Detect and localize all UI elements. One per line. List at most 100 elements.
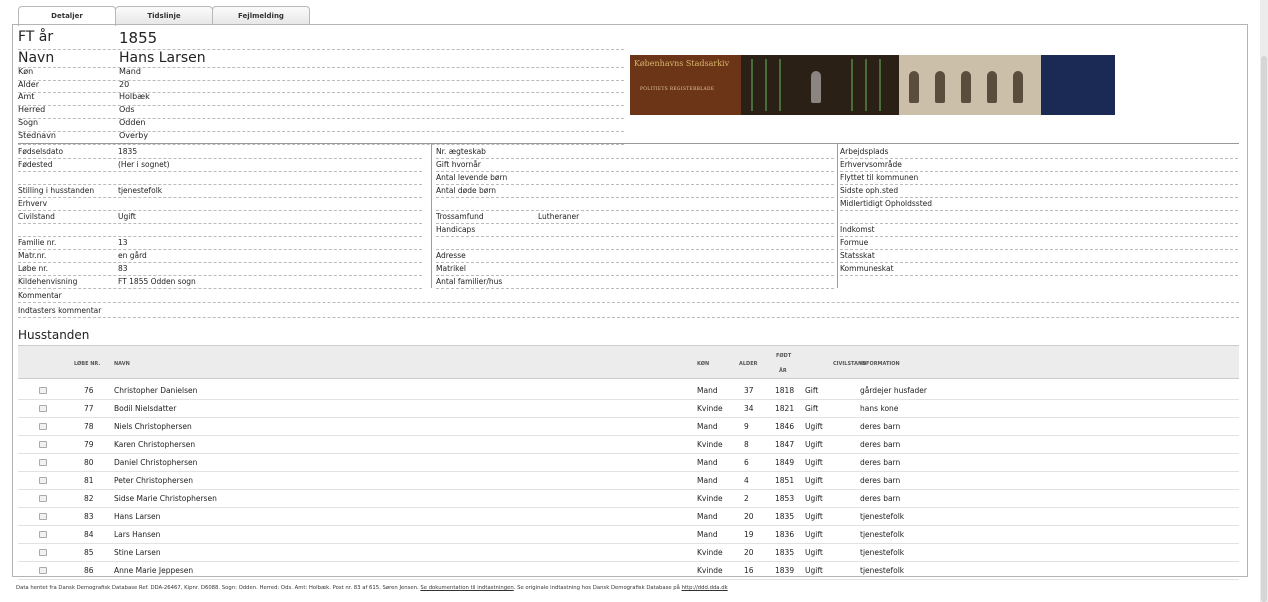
cell-civilstand: Ugift <box>805 476 823 485</box>
cell-information: deres barn <box>860 440 901 449</box>
field-row: Sidste oph.sted <box>840 185 1238 198</box>
field-row: Herred Ods <box>18 105 624 119</box>
table-row[interactable]: 77 Bodil Nielsdatter Kvinde 34 1821 Gift hans … <box>18 400 1239 418</box>
field-label: Antal levende børn <box>436 173 508 182</box>
th-kon: KØN <box>697 361 710 367</box>
field-row: Matr.nr. en gård <box>18 250 422 263</box>
cell-navn: Niels Christophersen <box>114 422 192 431</box>
field-label: Erhverv <box>18 199 48 208</box>
table-row[interactable]: 82 Sidse Marie Christophersen Kvinde 2 1853 U… <box>18 490 1239 508</box>
field-row: Nr. ægteskab <box>436 146 834 159</box>
tab-fejlmelding[interactable]: Fejlmelding <box>212 6 310 25</box>
tab-tidslinje[interactable]: Tidslinje <box>115 6 213 25</box>
cell-information: tjenestefolk <box>860 530 905 539</box>
cell-alder: 2 <box>744 494 749 503</box>
cell-alder: 4 <box>744 476 749 485</box>
cell-navn: Hans Larsen <box>114 512 161 521</box>
cell-alder: 16 <box>744 566 754 575</box>
field-value: Hans Larsen <box>119 50 206 66</box>
magnifier-icon[interactable] <box>39 531 47 538</box>
table-row[interactable]: 86 Anne Marie Jeppesen Kvinde 16 1839 Ugift tj… <box>18 562 1239 580</box>
field-label: Familie nr. <box>18 238 57 247</box>
banner-logo: Københavns Stadsarkiv POLITIETS REGISTER… <box>630 55 741 115</box>
table-row[interactable]: 84 Lars Hansen Mand 19 1836 Ugift tjenestefolk <box>18 526 1239 544</box>
field-value: Overby <box>119 131 149 140</box>
banner-photo-bookshelf <box>741 55 899 115</box>
cell-navn: Christopher Danielsen <box>114 386 198 395</box>
table-row[interactable]: 80 Daniel Christophersen Mand 6 1849 Ugift der… <box>18 454 1239 472</box>
field-row: Gift hvornår <box>436 159 834 172</box>
th-ar: ÅR <box>779 368 787 374</box>
field-label: Amt <box>18 92 35 101</box>
cell-alder: 8 <box>744 440 749 449</box>
column-divider <box>431 144 432 288</box>
cell-lobe-nr: 77 <box>84 404 94 413</box>
field-row: Matrikel <box>436 263 834 276</box>
field-row: FT år 1855 <box>18 29 624 50</box>
table-row[interactable]: 79 Karen Christophersen Kvinde 8 1847 Ugift de… <box>18 436 1239 454</box>
magnifier-icon[interactable] <box>39 549 47 556</box>
field-label: Midlertidigt Opholdssted <box>840 199 933 208</box>
cell-kon: Mand <box>697 458 718 467</box>
magnifier-icon[interactable] <box>39 567 47 574</box>
field-row: Erhvervsområde <box>840 159 1238 172</box>
field-row <box>840 211 1238 224</box>
table-row[interactable]: 78 Niels Christophersen Mand 9 1846 Ugift dere… <box>18 418 1239 436</box>
field-row: Midlertidigt Opholdssted <box>840 198 1238 211</box>
magnifier-icon[interactable] <box>39 459 47 466</box>
field-row: Antal levende børn <box>436 172 834 185</box>
scrollbar-thumb[interactable] <box>1261 56 1267 602</box>
field-row: Familie nr. 13 <box>18 237 422 250</box>
cell-navn: Stine Larsen <box>114 548 161 557</box>
footer-text-2: . Se originale indtastning hos Dansk Dem… <box>513 585 682 591</box>
magnifier-icon[interactable] <box>39 423 47 430</box>
table-row[interactable]: 83 Hans Larsen Mand 20 1835 Ugift tjenestefolk <box>18 508 1239 526</box>
field-value: Ods <box>119 105 135 114</box>
tab-detaljer[interactable]: Detaljer <box>18 6 116 26</box>
cell-information: deres barn <box>860 494 901 503</box>
field-label: Fødested <box>18 160 53 169</box>
column-divider <box>837 144 838 288</box>
cell-civilstand: Ugift <box>805 422 823 431</box>
field-row: Navn Hans Larsen <box>18 50 624 68</box>
field-row: Køn Mand <box>18 67 624 81</box>
field-label: Matr.nr. <box>18 251 47 260</box>
magnifier-icon[interactable] <box>39 477 47 484</box>
field-label: Kildehenvisning <box>18 277 78 286</box>
scrollbar[interactable] <box>1260 0 1268 602</box>
banner-subtitle: POLITIETS REGISTERBLADE <box>640 87 715 92</box>
table-row[interactable]: 85 Stine Larsen Kvinde 20 1835 Ugift tjenestef… <box>18 544 1239 562</box>
field-row: Løbe nr. 83 <box>18 263 422 276</box>
magnifier-icon[interactable] <box>39 405 47 412</box>
magnifier-icon[interactable] <box>39 441 47 448</box>
cell-fodt: 1836 <box>775 530 795 539</box>
household-title: Husstanden <box>18 328 90 342</box>
cell-kon: Mand <box>697 422 718 431</box>
table-row[interactable]: 81 Peter Christophersen Mand 4 1851 Ugift dere… <box>18 472 1239 490</box>
cell-alder: 19 <box>744 530 754 539</box>
field-value: Holbæk <box>119 92 150 101</box>
field-label: Indkomst <box>840 225 875 234</box>
field-value: 13 <box>118 238 128 247</box>
cell-kon: Mand <box>697 530 718 539</box>
cell-information: tjenestefolk <box>860 566 905 575</box>
cell-navn: Bodil Nielsdatter <box>114 404 177 413</box>
field-value: (Her i sognet) <box>118 160 170 169</box>
field-label: Trossamfund <box>436 212 484 221</box>
field-label: Navn <box>18 50 55 66</box>
field-label: Formue <box>840 238 869 247</box>
field-value: en gård <box>118 251 147 260</box>
table-row[interactable]: 76 Christopher Danielsen Mand 37 1818 Gift går… <box>18 382 1239 400</box>
magnifier-icon[interactable] <box>39 495 47 502</box>
magnifier-icon[interactable] <box>39 513 47 520</box>
field-label: FT år <box>18 29 54 45</box>
cell-information: deres barn <box>860 422 901 431</box>
th-information: INFORMATION <box>860 361 900 367</box>
documentation-link[interactable]: Se dokumentation til indtastningen <box>420 585 513 591</box>
magnifier-icon[interactable] <box>39 387 47 394</box>
cell-civilstand: Ugift <box>805 566 823 575</box>
ddd-link[interactable]: http://ddd.dda.dk <box>682 585 728 591</box>
field-label: Antal familier/hus <box>436 277 503 286</box>
field-row: Erhverv <box>18 198 422 211</box>
cell-alder: 20 <box>744 512 754 521</box>
